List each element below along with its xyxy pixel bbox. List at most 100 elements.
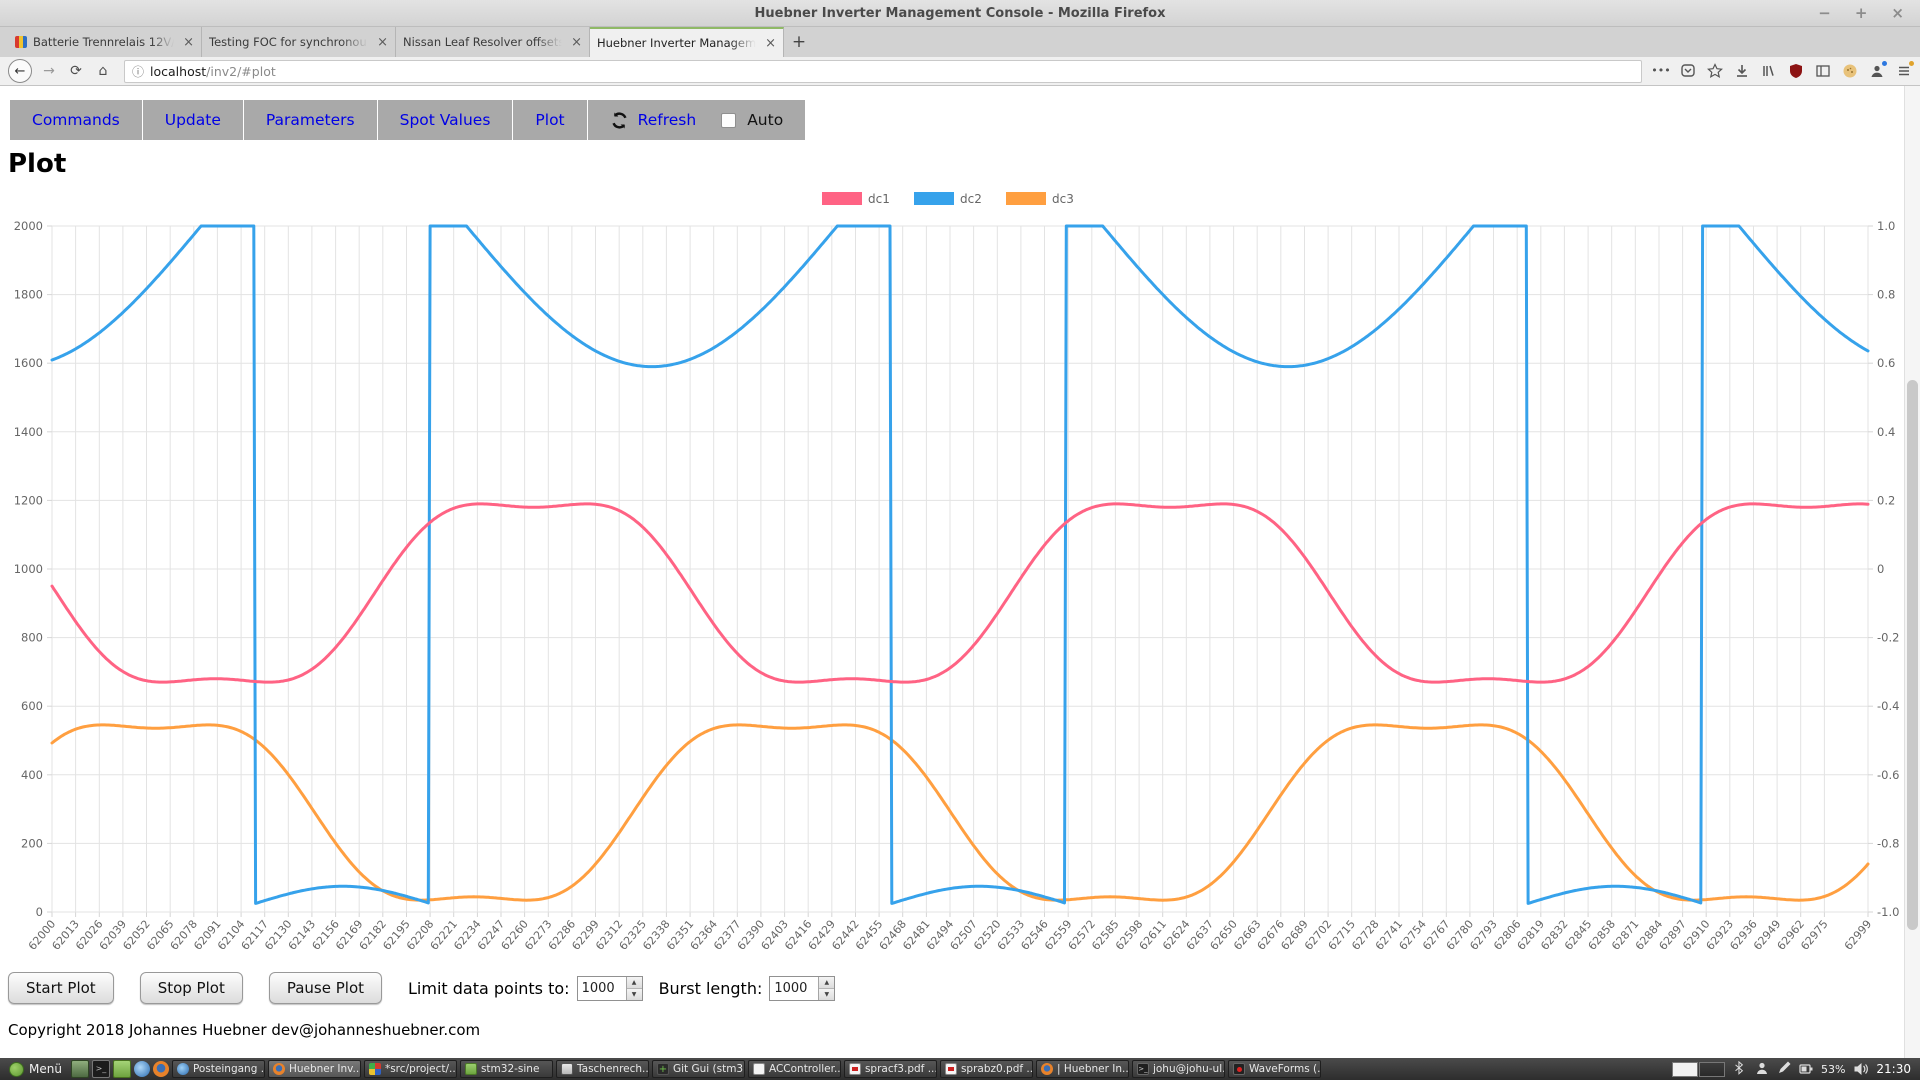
legend-swatch-dc1[interactable] <box>822 192 862 205</box>
reload-button[interactable]: ⟳ <box>66 64 86 78</box>
svg-text:-0.4: -0.4 <box>1877 699 1899 713</box>
forward-button[interactable]: → <box>39 64 59 78</box>
tab-bar: Batterie Trennrelais 12V/200A×Testing FO… <box>0 27 1920 57</box>
file-manager-icon[interactable] <box>113 1060 131 1078</box>
legend-swatch-dc3[interactable] <box>1006 192 1046 205</box>
taskbar-window-9[interactable]: sprabz0.pdf ... <box>940 1060 1033 1078</box>
workspace-2[interactable] <box>1699 1062 1725 1077</box>
legend-label-dc2[interactable]: dc2 <box>960 192 982 206</box>
window-titlebar: Huebner Inverter Management Console - Mo… <box>0 0 1920 27</box>
speaker-icon[interactable] <box>1853 1061 1868 1077</box>
auto-checkbox[interactable] <box>721 113 736 128</box>
svg-text:1000: 1000 <box>14 562 43 576</box>
svg-text:1.0: 1.0 <box>1877 219 1895 233</box>
stop-plot-button[interactable]: Stop Plot <box>140 972 243 1004</box>
pocket-icon[interactable] <box>1680 63 1696 79</box>
svg-text:200: 200 <box>21 836 43 850</box>
taskbar-window-1[interactable]: Posteingang ... <box>172 1060 265 1078</box>
show-desktop-icon[interactable] <box>71 1060 89 1078</box>
url-bar[interactable]: ⓘ localhost/inv2/#plot <box>124 60 1642 83</box>
mint-logo-icon <box>9 1062 24 1077</box>
tab-close-icon[interactable]: × <box>183 35 194 50</box>
close-button[interactable]: × <box>1891 6 1904 21</box>
battery-icon[interactable] <box>1799 1061 1813 1077</box>
menu-link-refresh[interactable]: Refresh <box>638 111 697 129</box>
menu-link-update[interactable]: Update <box>165 111 221 129</box>
cookie-extension-icon[interactable] <box>1842 63 1858 79</box>
maximize-button[interactable]: + <box>1855 6 1868 21</box>
svg-text:0.6: 0.6 <box>1877 356 1895 370</box>
series-dc2 <box>52 226 1868 903</box>
browser-tab-2[interactable]: Testing FOC for synchronous mot × <box>202 27 396 57</box>
taskbar-window-4[interactable]: stm32-sine <box>460 1060 553 1078</box>
taskbar-window-label: stm32-sine <box>481 1063 539 1075</box>
sidebar-icon[interactable] <box>1815 63 1831 79</box>
menu-link-plot[interactable]: Plot <box>535 111 564 129</box>
tab-close-icon[interactable]: × <box>377 35 388 50</box>
back-button[interactable]: ← <box>8 59 32 83</box>
workspace-1[interactable] <box>1672 1062 1698 1077</box>
legend-label-dc3[interactable]: dc3 <box>1052 192 1074 206</box>
burst-spinner[interactable]: ▲▼ <box>818 977 834 1000</box>
legend-label-dc1[interactable]: dc1 <box>868 192 890 206</box>
firefox-icon[interactable] <box>153 1061 169 1077</box>
browser-tab-1[interactable]: Batterie Trennrelais 12V/200A× <box>8 27 202 57</box>
taskbar-window-8[interactable]: spracf3.pdf ... <box>844 1060 937 1078</box>
menu-link-parameters[interactable]: Parameters <box>266 111 355 129</box>
workspace-switcher[interactable] <box>1672 1062 1725 1077</box>
tab-close-icon[interactable]: × <box>765 36 776 51</box>
burst-input[interactable] <box>770 977 818 1000</box>
menu-link-commands[interactable]: Commands <box>32 111 120 129</box>
taskbar-window-3[interactable]: *src/project/... <box>364 1060 457 1078</box>
git-icon: + <box>657 1063 669 1075</box>
hamburger-menu-icon[interactable] <box>1896 63 1912 79</box>
limit-spinner[interactable]: ▲▼ <box>626 977 642 1000</box>
home-button[interactable]: ⌂ <box>93 64 113 78</box>
thunderbird-icon[interactable] <box>134 1061 150 1077</box>
taskbar-window-11[interactable]: >_johu@johu-ul... <box>1132 1060 1225 1078</box>
spin-up-icon[interactable]: ▲ <box>819 977 834 989</box>
spin-down-icon[interactable]: ▼ <box>819 989 834 1000</box>
limit-input[interactable] <box>578 977 626 1000</box>
tab-title: Huebner Inverter Management C <box>597 36 759 50</box>
menu-cell-refresh-auto: Refresh Auto <box>588 100 806 140</box>
tab-title: Testing FOC for synchronous mot <box>209 35 371 49</box>
site-info-icon[interactable]: ⓘ <box>132 63 144 80</box>
taskbar-window-6[interactable]: +Git Gui (stm3... <box>652 1060 745 1078</box>
page-actions-dots-icon[interactable]: ••• <box>1653 63 1669 79</box>
taskbar-window-12[interactable]: WaveForms (... <box>1228 1060 1321 1078</box>
account-icon[interactable] <box>1869 63 1885 79</box>
taskbar-window-5[interactable]: Taschenrech... <box>556 1060 649 1078</box>
pause-plot-button[interactable]: Pause Plot <box>269 972 382 1004</box>
pen-icon[interactable] <box>1777 1061 1791 1077</box>
spin-down-icon[interactable]: ▼ <box>627 989 642 1000</box>
bookmark-star-icon[interactable] <box>1707 63 1723 79</box>
auto-label: Auto <box>747 111 783 129</box>
page-scrollbar[interactable] <box>1904 86 1920 1058</box>
browser-tab-3[interactable]: Nissan Leaf Resolver offsets - ope× <box>396 27 590 57</box>
legend-swatch-dc2[interactable] <box>914 192 954 205</box>
new-tab-button[interactable]: + <box>784 27 814 57</box>
browser-tab-4[interactable]: Huebner Inverter Management C × <box>590 27 784 57</box>
firefox-icon <box>273 1063 285 1075</box>
scrollbar-thumb[interactable] <box>1907 380 1918 930</box>
menu-link-spot-values[interactable]: Spot Values <box>400 111 491 129</box>
taskbar-window-2[interactable]: Huebner Inv... <box>268 1060 361 1078</box>
user-icon[interactable] <box>1755 1061 1769 1077</box>
start-plot-button[interactable]: Start Plot <box>8 972 114 1004</box>
refresh-icon <box>610 111 629 130</box>
plot-chart: 6200062013620266203962052620656207862091… <box>0 180 1900 960</box>
tab-close-icon[interactable]: × <box>571 35 582 50</box>
bluetooth-icon[interactable] <box>1733 1061 1747 1077</box>
terminal-icon[interactable]: >_ <box>92 1060 110 1078</box>
copyright: Copyright 2018 Johannes Huebner dev@joha… <box>8 1021 1920 1039</box>
spin-up-icon[interactable]: ▲ <box>627 977 642 989</box>
start-menu-button[interactable]: Menü <box>3 1058 68 1080</box>
ublock-shield-icon[interactable] <box>1788 63 1804 79</box>
limit-label: Limit data points to: <box>408 979 570 998</box>
taskbar-window-10[interactable]: | Huebner In... <box>1036 1060 1129 1078</box>
download-icon[interactable] <box>1734 63 1750 79</box>
library-icon[interactable] <box>1761 63 1777 79</box>
minimize-button[interactable]: − <box>1818 6 1831 21</box>
taskbar-window-7[interactable]: ACController... <box>748 1060 841 1078</box>
